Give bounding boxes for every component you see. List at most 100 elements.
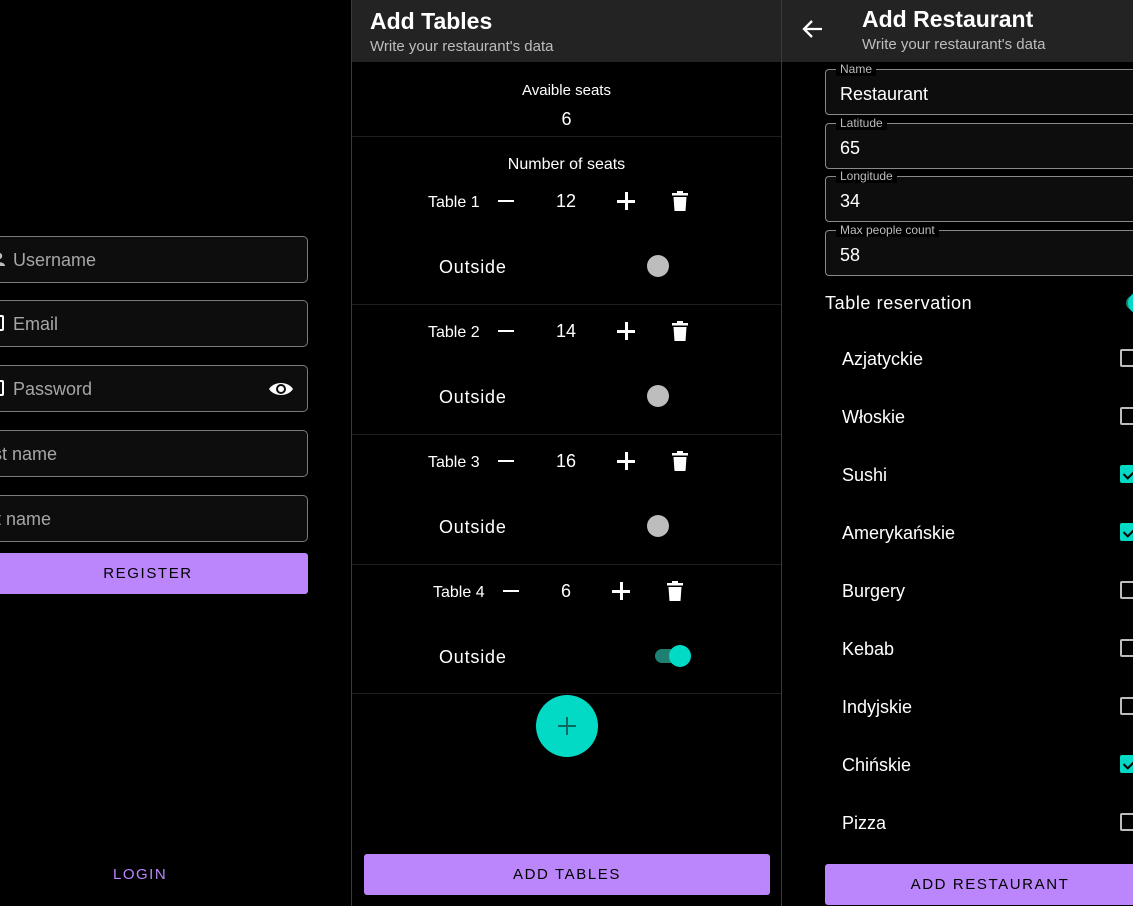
add-tables-button[interactable]: ADD TABLES	[364, 854, 770, 895]
page-subtitle: Write your restaurant's data	[370, 38, 554, 55]
available-seats-label: Avaible seats	[522, 82, 611, 99]
divider	[352, 693, 781, 694]
longitude-field[interactable]: Longitude 34	[825, 169, 1133, 222]
last-name-placeholder: st name	[0, 509, 52, 529]
category-label: Włoskie	[842, 407, 906, 427]
outside-toggle[interactable]	[647, 255, 669, 277]
page-title: Add Restaurant	[862, 6, 1034, 32]
decrement-button[interactable]	[494, 319, 518, 343]
plus-icon	[617, 192, 635, 210]
table-label: Table 3	[428, 454, 480, 471]
last-name-field[interactable]: st name	[0, 495, 308, 542]
seat-count: 6	[560, 581, 571, 601]
seat-count: 14	[555, 321, 577, 341]
outside-toggle[interactable]	[647, 515, 669, 537]
outside-label: Outside	[439, 387, 507, 407]
toggle-thumb	[669, 645, 691, 667]
trash-icon	[672, 191, 688, 211]
lock-icon	[0, 380, 5, 396]
plus-icon	[617, 322, 635, 340]
category-checkbox[interactable]	[1120, 581, 1133, 599]
max-people-field[interactable]: Max people count 58	[825, 223, 1133, 276]
add-restaurant-panel: Add Restaurant Write your restaurant's d…	[782, 0, 1133, 906]
seat-count: 16	[555, 451, 577, 471]
longitude-label: Longitude	[836, 169, 897, 183]
page-subtitle: Write your restaurant's data	[862, 36, 1046, 53]
seat-count: 12	[555, 191, 577, 211]
longitude-value: 34	[840, 191, 861, 211]
increment-button[interactable]	[609, 579, 633, 603]
plus-icon	[612, 582, 630, 600]
eye-icon[interactable]	[267, 378, 295, 400]
person-icon	[0, 251, 5, 267]
trash-icon	[667, 581, 683, 601]
decrement-button[interactable]	[499, 579, 523, 603]
category-checkbox[interactable]	[1120, 639, 1133, 657]
app-bar: Add Tables Write your restaurant's data	[352, 0, 781, 62]
delete-button[interactable]	[663, 579, 687, 603]
minus-icon	[498, 459, 514, 463]
login-button[interactable]: LOGIN	[113, 866, 167, 883]
table-label: Table 4	[433, 584, 485, 601]
divider	[352, 434, 781, 435]
toggle-thumb	[1128, 292, 1133, 314]
latitude-label: Latitude	[836, 116, 887, 130]
category-checkbox[interactable]	[1120, 465, 1133, 483]
outside-toggle[interactable]	[647, 385, 669, 407]
category-checkbox[interactable]	[1120, 697, 1133, 715]
trash-icon	[672, 321, 688, 341]
first-name-field[interactable]: rst name	[0, 430, 308, 477]
max-people-value: 58	[840, 245, 861, 265]
outside-label: Outside	[439, 257, 507, 277]
increment-button[interactable]	[614, 449, 638, 473]
name-value: Restaurant	[840, 84, 929, 104]
register-button[interactable]: REGISTER	[0, 553, 308, 594]
category-label: Pizza	[842, 813, 887, 833]
email-icon	[0, 315, 5, 331]
outside-label: Outside	[439, 647, 507, 667]
available-seats-value: 6	[561, 109, 572, 129]
number-of-seats-label: Number of seats	[507, 156, 626, 173]
category-label: Kebab	[842, 639, 895, 659]
register-panel: Username Email Password rst name st name…	[0, 0, 351, 906]
category-checkbox[interactable]	[1120, 813, 1133, 831]
decrement-button[interactable]	[494, 449, 518, 473]
category-label: Chińskie	[842, 755, 912, 775]
app-bar: Add Restaurant Write your restaurant's d…	[782, 0, 1133, 62]
decrement-button[interactable]	[494, 189, 518, 213]
delete-button[interactable]	[668, 189, 692, 213]
category-label: Azjatyckie	[842, 349, 924, 369]
divider	[352, 136, 781, 137]
divider	[352, 304, 781, 305]
name-field[interactable]: Name Restaurant	[825, 62, 1133, 115]
category-checkbox[interactable]	[1120, 349, 1133, 367]
delete-button[interactable]	[668, 319, 692, 343]
page-title: Add Tables	[370, 8, 493, 34]
minus-icon	[498, 199, 514, 203]
table-label: Table 2	[428, 324, 480, 341]
category-checkbox[interactable]	[1120, 407, 1133, 425]
category-label: Sushi	[842, 465, 888, 485]
divider	[352, 564, 781, 565]
trash-icon	[672, 451, 688, 471]
email-field[interactable]: Email	[0, 300, 308, 347]
add-table-fab[interactable]	[536, 695, 598, 757]
delete-button[interactable]	[668, 449, 692, 473]
plus-icon	[617, 452, 635, 470]
username-field[interactable]: Username	[0, 236, 308, 283]
table-label: Table 1	[428, 194, 480, 211]
category-checkbox[interactable]	[1120, 523, 1133, 541]
password-field[interactable]: Password	[0, 365, 308, 412]
password-placeholder: Password	[13, 379, 93, 399]
category-label: Amerykańskie	[842, 523, 956, 543]
plus-icon	[558, 717, 576, 735]
category-checkbox[interactable]	[1120, 755, 1133, 773]
increment-button[interactable]	[614, 189, 638, 213]
max-people-label: Max people count	[836, 223, 939, 237]
latitude-field[interactable]: Latitude 65	[825, 116, 1133, 169]
latitude-value: 65	[840, 138, 861, 158]
back-arrow-icon[interactable]	[802, 18, 826, 42]
increment-button[interactable]	[614, 319, 638, 343]
add-restaurant-button[interactable]: ADD RESTAURANT	[825, 864, 1133, 905]
table-reservation-label: Table reservation	[825, 293, 973, 313]
